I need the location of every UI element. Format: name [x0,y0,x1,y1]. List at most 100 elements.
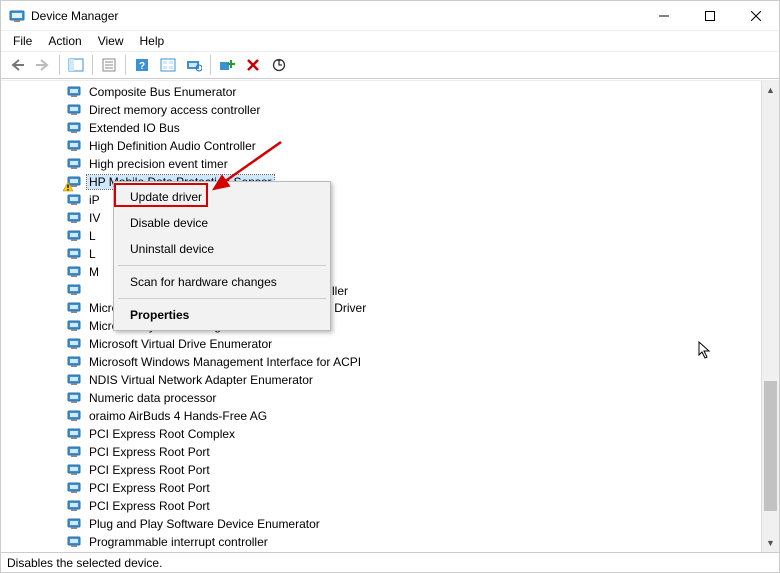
device-tree-item[interactable]: Plug and Play Software Device Enumerator [5,515,757,533]
forward-button[interactable] [31,54,55,76]
scroll-thumb[interactable] [764,381,777,511]
menu-action[interactable]: Action [40,32,89,50]
show-hide-console-tree-button[interactable] [64,54,88,76]
device-icon [67,337,83,351]
device-tree-item[interactable]: oraimo AirBuds 4 Hands-Free AG [5,407,757,425]
device-tree-item[interactable]: Numeric data processor [5,389,757,407]
device-label: PCI Express Root Port [87,463,212,477]
back-button[interactable] [5,54,29,76]
update-driver-button[interactable] [267,54,291,76]
device-label: iP [87,193,102,207]
device-icon [67,211,83,225]
device-label: PCI Express Root Complex [87,427,237,441]
device-label: High Definition Audio Controller [87,139,258,153]
device-icon [67,283,83,297]
device-label: L [87,229,98,243]
toolbar-separator [59,55,60,75]
device-manager-icon [9,8,25,24]
device-icon [67,193,83,207]
device-label: Programmable interrupt controller [87,535,270,549]
device-label: NDIS Virtual Network Adapter Enumerator [87,373,315,387]
minimize-button[interactable] [641,1,687,31]
uninstall-button[interactable] [241,54,265,76]
device-icon [67,499,83,513]
statusbar: Disables the selected device. [1,552,779,572]
help-button[interactable]: ? [130,54,154,76]
device-tree-item[interactable]: PCI Express Root Complex [5,425,757,443]
action-center-button[interactable] [156,54,180,76]
device-label: IV [87,211,102,225]
context-menu-item[interactable]: Update driver [116,184,328,210]
device-icon [67,355,83,369]
covered-row-suffix: ller [332,284,348,298]
device-tree-item[interactable]: NDIS Virtual Network Adapter Enumerator [5,371,757,389]
vertical-scrollbar[interactable]: ▲ ▼ [761,81,779,552]
device-label: Direct memory access controller [87,103,262,117]
context-menu-item[interactable]: Properties [116,302,328,328]
device-tree-item[interactable]: PCI Express Root Port [5,479,757,497]
device-tree-item[interactable]: Extended IO Bus [5,119,757,137]
scroll-up-button[interactable]: ▲ [762,81,779,99]
device-tree-item[interactable]: PCI Express Root Port [5,497,757,515]
device-label: M [87,265,101,279]
context-menu-item[interactable]: Uninstall device [116,236,328,262]
device-label: Microsoft Windows Management Interface f… [87,355,363,369]
context-menu-separator [118,298,326,299]
device-icon [67,265,83,279]
device-tree-item[interactable]: PCI Express Root Port [5,461,757,479]
statusbar-text: Disables the selected device. [7,556,162,570]
toolbar-separator [210,55,211,75]
device-tree-item[interactable]: Programmable interrupt controller [5,533,757,550]
device-icon [67,427,83,441]
device-label: oraimo AirBuds 4 Hands-Free AG [87,409,269,423]
device-tree-item[interactable]: Direct memory access controller [5,101,757,119]
context-menu-item[interactable]: Scan for hardware changes [116,269,328,295]
device-label: Plug and Play Software Device Enumerator [87,517,322,531]
menu-file[interactable]: File [5,32,40,50]
window-title: Device Manager [31,9,118,23]
menu-help[interactable]: Help [132,32,173,50]
device-icon [67,301,83,315]
device-icon [67,409,83,423]
device-icon [67,535,83,549]
device-icon [67,481,83,495]
device-icon [67,463,83,477]
menu-view[interactable]: View [90,32,132,50]
device-icon [67,229,83,243]
device-label: Microsoft Virtual Drive Enumerator [87,337,274,351]
device-icon [67,175,83,189]
context-menu: Update driverDisable deviceUninstall dev… [113,181,331,331]
device-tree-item[interactable]: High Definition Audio Controller [5,137,757,155]
scan-hardware-button[interactable] [182,54,206,76]
menubar: File Action View Help [1,31,779,51]
device-tree-item[interactable]: Microsoft Virtual Drive Enumerator [5,335,757,353]
device-icon [67,85,83,99]
warning-icon [63,181,73,191]
device-tree-item[interactable]: Composite Bus Enumerator [5,83,757,101]
device-label: L [87,247,98,261]
device-label: Extended IO Bus [87,121,182,135]
device-icon [67,319,83,333]
device-icon [67,103,83,117]
add-legacy-hardware-button[interactable] [215,54,239,76]
device-label: PCI Express Root Port [87,481,212,495]
context-menu-separator [118,265,326,266]
device-icon [67,445,83,459]
device-label: PCI Express Root Port [87,445,212,459]
scroll-down-button[interactable]: ▼ [762,534,779,552]
device-label: PCI Express Root Port [87,499,212,513]
device-icon [67,157,83,171]
device-icon [67,373,83,387]
device-tree-item[interactable]: PCI Express Root Port [5,443,757,461]
device-tree-item[interactable]: High precision event timer [5,155,757,173]
maximize-button[interactable] [687,1,733,31]
context-menu-item[interactable]: Disable device [116,210,328,236]
properties-button[interactable] [97,54,121,76]
close-button[interactable] [733,1,779,31]
toolbar: ? [1,51,779,79]
device-icon [67,121,83,135]
toolbar-separator [92,55,93,75]
device-tree-item[interactable]: Microsoft Windows Management Interface f… [5,353,757,371]
titlebar: Device Manager [1,1,779,31]
toolbar-separator [125,55,126,75]
